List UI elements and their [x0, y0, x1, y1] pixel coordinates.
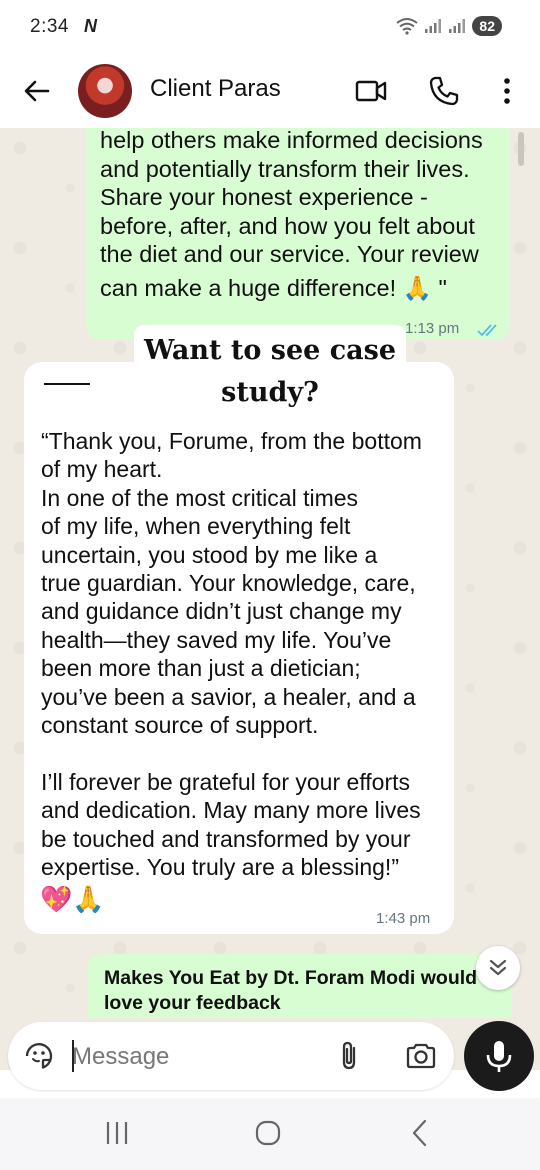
read-receipt-icon [477, 324, 497, 337]
incoming-message-text: “Thank you, Forume, from the bottom of m… [41, 428, 422, 881]
message-timestamp: 1:13 pm [405, 320, 460, 337]
status-bar: 2:34 N 82 [0, 0, 540, 56]
message-line: Makes You Eat by Dt. Foram Modi would [104, 967, 478, 989]
sticker-text: Want to see case study? [134, 330, 406, 414]
emoji-sticker-icon[interactable] [22, 1039, 56, 1073]
chat-header: Client Paras [0, 56, 540, 128]
contact-name[interactable]: Client Paras [150, 75, 281, 103]
message-line: and potentially transform their lives. [100, 155, 470, 182]
avatar[interactable] [78, 64, 132, 118]
video-call-icon[interactable] [354, 74, 388, 108]
attach-icon[interactable] [332, 1039, 366, 1073]
double-chevron-down-icon [489, 959, 507, 976]
status-icons: 82 [396, 16, 502, 36]
home-icon[interactable] [251, 1116, 285, 1150]
scrollbar[interactable] [518, 132, 524, 166]
microphone-icon [486, 1041, 512, 1072]
more-vert-icon[interactable] [490, 74, 524, 108]
sticker-line: Want to see case [143, 335, 397, 366]
status-time: 2:34 [30, 16, 69, 37]
recent-apps-icon[interactable] [100, 1116, 134, 1150]
battery-badge: 82 [472, 16, 502, 36]
phone-icon[interactable] [427, 74, 461, 108]
signal-icon [449, 19, 466, 33]
sticker-line: study? [221, 377, 319, 408]
back-arrow-icon[interactable] [20, 74, 54, 108]
message-timestamp: 1:43 pm [376, 910, 431, 927]
message-line: can make a huge difference! 🙏 " [100, 275, 447, 301]
wifi-icon [396, 18, 419, 35]
sticker-divider [44, 383, 90, 385]
voice-message-button[interactable] [464, 1021, 534, 1091]
signal-icon [425, 19, 442, 33]
scroll-to-bottom-button[interactable] [476, 946, 520, 990]
message-line: the diet and our service. Your review [100, 241, 479, 267]
back-nav-icon[interactable] [403, 1116, 437, 1150]
outgoing-message-text: help others make informed decisions and … [100, 126, 500, 269]
message-line: before, after, and how you felt about [100, 212, 475, 239]
message-line: Share your honest experience - [100, 184, 428, 210]
message-emoji: 💖🙏 [40, 884, 105, 914]
camera-icon[interactable] [404, 1039, 438, 1073]
message-line: love your feedback [104, 992, 281, 1014]
message-input[interactable] [72, 1038, 312, 1076]
carrier-glyph: N [84, 16, 97, 36]
outgoing-message-text: Makes You Eat by Dt. Foram Modi would lo… [104, 966, 484, 1016]
message-line: help others make informed decisions [100, 127, 483, 153]
